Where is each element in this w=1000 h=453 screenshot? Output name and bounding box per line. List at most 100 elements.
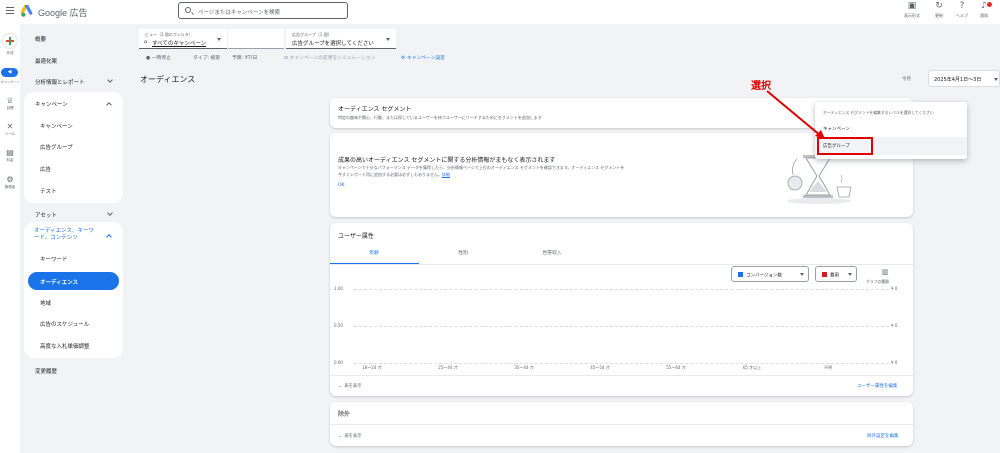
demographics-card: ユーザー属性 年齢 性別 世帯収入 コンバージョン数 費用 ▥ グラフの種類 1… bbox=[330, 223, 913, 396]
nav-item-ads[interactable]: 広告 bbox=[40, 165, 51, 173]
gear-icon: ⚙ bbox=[6, 175, 14, 184]
nav-item-adgroups[interactable]: 広告グループ bbox=[40, 143, 73, 151]
chevron-up-icon[interactable] bbox=[106, 234, 112, 240]
nav-item-bid-adjustments[interactable]: 高度な入札単価調整 bbox=[40, 342, 90, 350]
nav-item-campaigns[interactable]: キャンペーン bbox=[40, 122, 73, 130]
adgroup-filter[interactable]: 広告グループ（1 個） 広告グループを選択してください bbox=[286, 29, 396, 49]
trophy-icon: ♕ bbox=[6, 96, 14, 105]
nav-recommendations[interactable]: 最適化案 bbox=[35, 57, 57, 65]
show-table-label: 表を表示 bbox=[344, 384, 362, 389]
nav-change-history[interactable]: 変更履歴 bbox=[35, 367, 57, 375]
chart-x-tick: 25～44 才 bbox=[438, 365, 458, 370]
view-filter-value: すべてのキャンペーン bbox=[152, 41, 207, 47]
segments-description: 特定の趣味や関心、行動、または探しているユーザーを持つユーザーにリーチするために… bbox=[338, 115, 542, 120]
search-icon bbox=[185, 7, 191, 13]
campaigns-rail-icon[interactable]: ◀ bbox=[1, 68, 18, 77]
date-range-value: 2025年4月1日～3日 bbox=[934, 77, 982, 83]
gear-icon: ⚙ bbox=[401, 56, 406, 61]
ok-button[interactable]: OK bbox=[338, 183, 345, 188]
date-range-picker[interactable]: 2025年4月1日～3日 bbox=[928, 70, 1000, 87]
rail-create-label: 作成 bbox=[6, 51, 14, 55]
nav-insights[interactable]: 分析情報とレポート bbox=[35, 78, 85, 86]
google-ads-logo-icon bbox=[21, 5, 33, 17]
rail-tools[interactable]: ✕ ツール bbox=[0, 122, 20, 137]
chart-gridline bbox=[354, 289, 889, 290]
rail-admin-label: 管理者 bbox=[4, 185, 16, 189]
appearance-button[interactable]: ▣ 表示形式 bbox=[899, 2, 925, 19]
create-plus-icon[interactable] bbox=[3, 34, 17, 48]
notifications-label: 通知 bbox=[980, 13, 988, 18]
nav-assets[interactable]: アセット bbox=[35, 211, 57, 219]
chevron-down-icon[interactable] bbox=[107, 210, 113, 216]
search-placeholder: ページまたはキャンペーンを検索 bbox=[198, 10, 281, 16]
top-bar: Google 広告 ページまたはキャンペーンを検索 ▣ 表示形式 ↻ 更新 ? ヘルプ… bbox=[0, 0, 1000, 24]
edit-exclusions-link[interactable]: 除外設定を編集 bbox=[867, 433, 899, 439]
demographics-chart: 1.00 ¥ 0 0.50 ¥ 0 0.00 ¥ 0 18～24 才 25～44 才 35～44… bbox=[330, 223, 913, 396]
page-title: オーディエンス bbox=[140, 75, 196, 84]
nav-item-audiences-selected[interactable]: オーディエンス bbox=[28, 272, 119, 290]
exclusions-title: 除外 bbox=[338, 411, 351, 418]
status-dot-icon: ● bbox=[146, 56, 151, 61]
exclusions-show-table[interactable]: ⌄ 表を表示 bbox=[338, 433, 362, 439]
nav-audiences-header[interactable]: オーディエンス、キーワード、コンテンツ bbox=[34, 228, 99, 242]
chart-x-tick: 35～44 才 bbox=[514, 365, 534, 370]
nav-item-experiments[interactable]: テスト bbox=[40, 187, 57, 195]
rail-goals-label: 目標 bbox=[6, 106, 14, 110]
menu-icon[interactable] bbox=[6, 7, 14, 14]
chart-y-right-tick: ¥ 0 bbox=[891, 323, 898, 328]
nav-item-keywords[interactable]: キーワード bbox=[40, 255, 68, 263]
chart-x-tick: 45～54 才 bbox=[590, 365, 610, 370]
help-label: ヘルプ bbox=[956, 13, 968, 18]
exclusions-divider bbox=[330, 424, 913, 425]
chart-y-left-tick: 0.00 bbox=[334, 360, 343, 365]
rail-admin[interactable]: ⚙ 管理者 bbox=[0, 175, 20, 190]
insight-title: 成果の高いオーディエンス セグメントに関する分析情報がまもなく表示されます bbox=[338, 157, 556, 164]
campaign-settings-label: キャンペーン設定 bbox=[406, 56, 445, 61]
simulate-button[interactable]: ⊞ キャンペーンの変更をシミュレーション bbox=[284, 54, 375, 61]
annotation-arrow-icon bbox=[766, 90, 825, 139]
insight-detail-link[interactable]: 詳細 bbox=[442, 172, 450, 177]
show-table-toggle[interactable]: ⌄ 表を表示 bbox=[338, 383, 362, 389]
left-rail bbox=[0, 24, 20, 453]
chart-x-tick: 18～24 才 bbox=[362, 365, 382, 370]
chart-y-right-tick: ¥ 0 bbox=[891, 360, 898, 365]
nav-campaigns-section: キャンペーン キャンペーン 広告グループ 広告 テスト bbox=[24, 92, 123, 203]
view-filter[interactable]: ビュー（2 個のフィルタ） すべてのキャンペーン ⌂ bbox=[139, 29, 227, 49]
chevron-down-icon: ⌄ bbox=[338, 384, 342, 389]
notifications-button[interactable]: ♪ 通知 bbox=[971, 2, 997, 19]
help-icon: ? bbox=[959, 1, 965, 11]
rail-billing[interactable]: ▤ 料金 bbox=[0, 148, 20, 163]
status-pause[interactable]: ● 一時停止 bbox=[146, 54, 171, 61]
chevron-down-icon: ⌄ bbox=[338, 434, 342, 439]
status-label: 一時停止 bbox=[151, 56, 171, 61]
search-input[interactable]: ページまたはキャンペーンを検索 bbox=[178, 2, 348, 19]
chart-y-left-tick: 0.50 bbox=[334, 323, 343, 328]
chevron-down-icon[interactable] bbox=[107, 77, 113, 83]
nav-overview[interactable]: 概要 bbox=[35, 35, 46, 43]
simulate-label: キャンペーンの変更をシミュレーション bbox=[289, 56, 376, 61]
rail-tools-label: ツール bbox=[4, 132, 16, 136]
menu-header: オーディエンス セグメントを編集するレベルを選択してください bbox=[823, 110, 934, 115]
rail-goals[interactable]: ♕ 目標 bbox=[0, 96, 20, 111]
chart-x-tick: 55～64 才 bbox=[666, 365, 686, 370]
chevron-up-icon[interactable] bbox=[106, 102, 112, 108]
chart-gridline bbox=[354, 326, 889, 327]
campaign-settings-link[interactable]: ⚙ キャンペーン設定 bbox=[401, 54, 445, 61]
nav-campaigns-header[interactable]: キャンペーン bbox=[35, 100, 68, 108]
caret-down-icon bbox=[994, 78, 998, 81]
insight-body-1: キャンペーンで十分なパフォーマンス データを獲得したら、分析情報ページで上位のオ… bbox=[338, 165, 625, 170]
chart-y-right-tick: ¥ 0 bbox=[891, 286, 898, 291]
nav-item-ad-schedule[interactable]: 広告のスケジュール bbox=[40, 320, 89, 328]
wrench-icon: ✕ bbox=[6, 122, 14, 131]
budget[interactable]: 予算: ¥7/日 bbox=[232, 54, 257, 61]
campaigns-icon: ⌂ bbox=[144, 39, 148, 45]
adgroup-filter-label: 広告グループ（1 個） bbox=[292, 32, 332, 37]
brand-name: Google 広告 bbox=[38, 8, 88, 18]
date-range-label: 今月 bbox=[902, 77, 911, 82]
nav-item-locations[interactable]: 地域 bbox=[40, 299, 51, 307]
insight-body-2: 今すぐレポート用に追加する必要は必ずしもありません。詳細 bbox=[338, 172, 450, 178]
segments-title: オーディエンス セグメント bbox=[338, 106, 412, 113]
notification-badge bbox=[987, 2, 992, 7]
edit-demographics-link[interactable]: ユーザー属性を編集 bbox=[857, 383, 897, 389]
exclusions-card: 除外 ⌄ 表を表示 除外設定を編集 bbox=[330, 402, 913, 446]
